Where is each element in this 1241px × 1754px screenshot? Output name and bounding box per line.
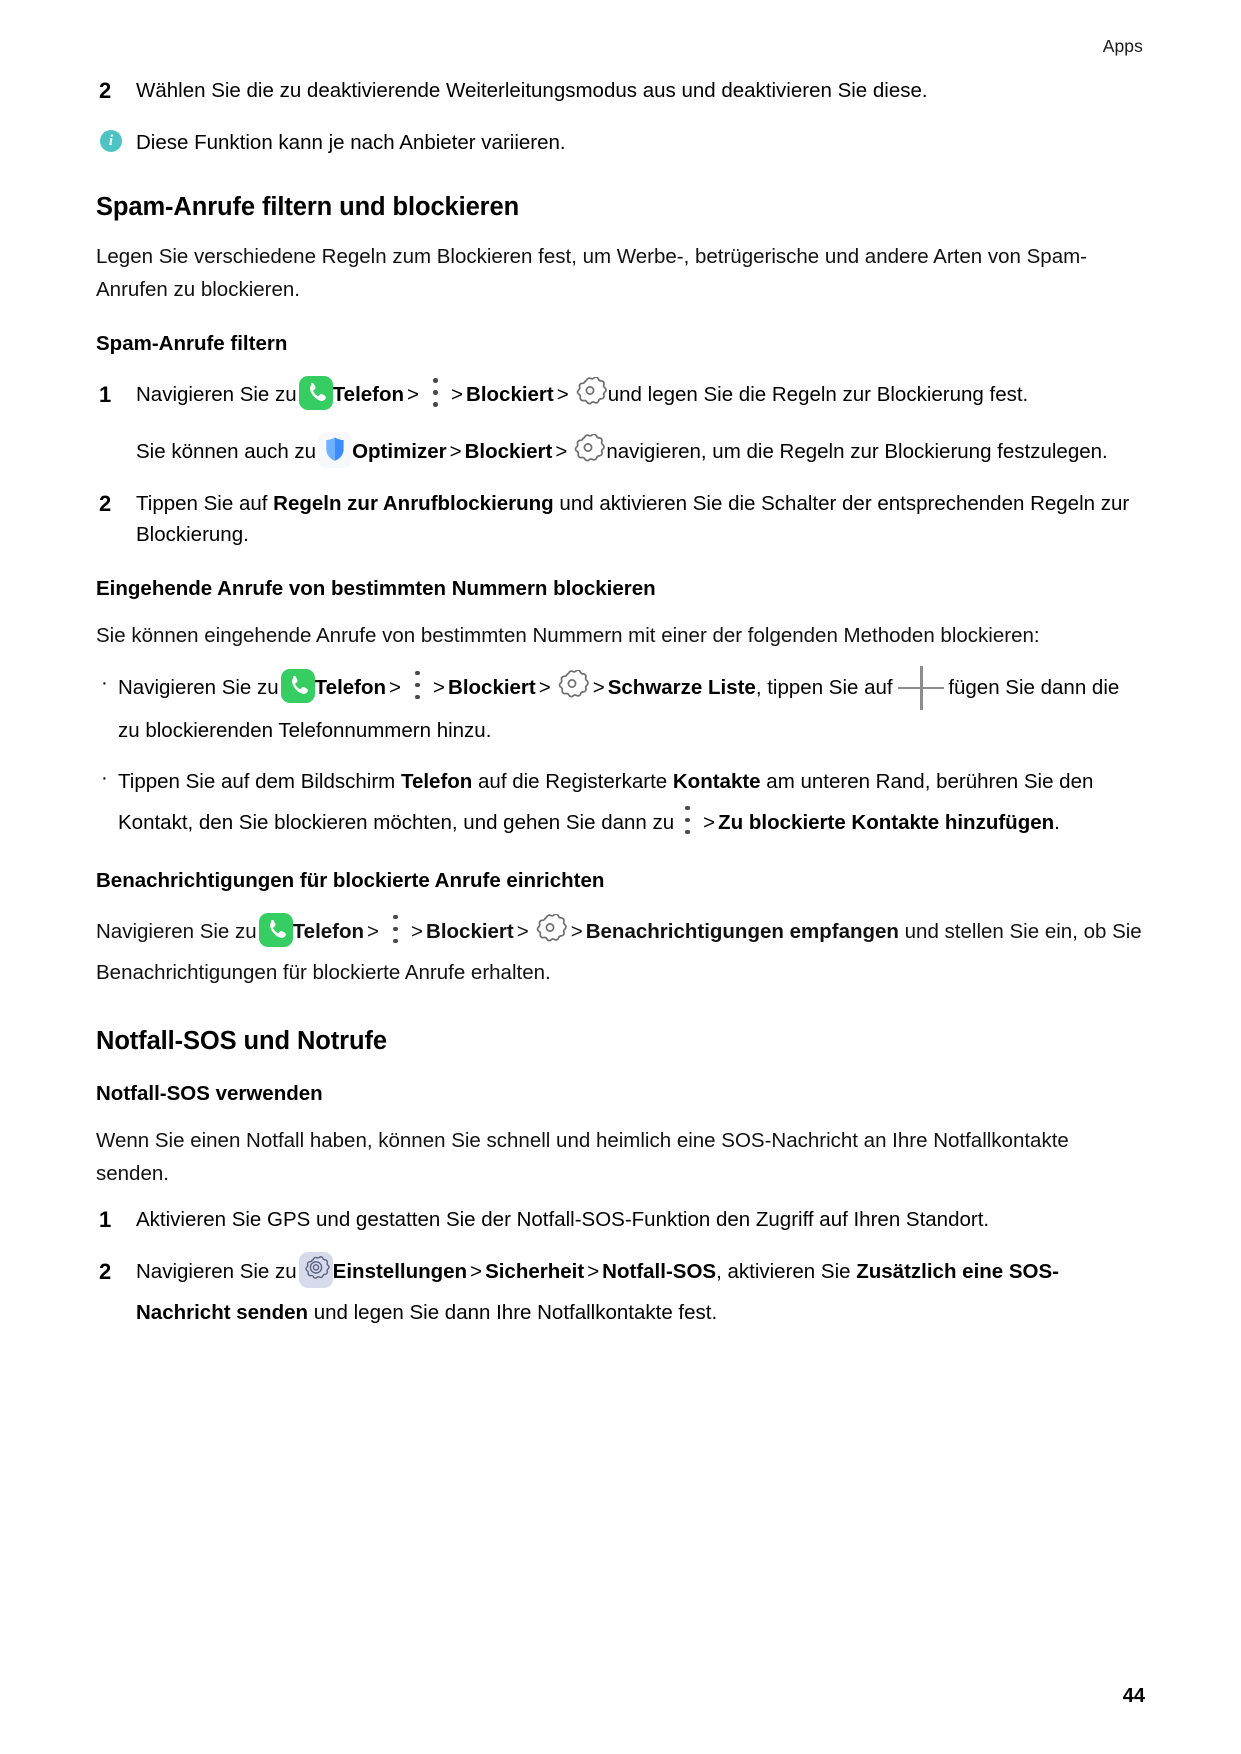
separator: > (570, 919, 583, 943)
more-options-icon (674, 804, 700, 838)
tab-label-contacts: Kontakte (672, 769, 761, 793)
substep-item: Sie können auch zu Optimizer > Blockiert > na… (96, 431, 1145, 472)
separator: > (470, 1260, 483, 1284)
step-tail: und legen Sie die Regeln zur Blockierung… (607, 383, 1029, 407)
section-heading-spam: Spam-Anrufe filtern und blockieren (96, 192, 520, 221)
list-item: · Navigieren Sie zu Telefon > > Blockiert > > Sc… (96, 665, 1145, 751)
notify-paragraph: Navigieren Sie zu Telefon > > Blockiert > > Ben… (96, 911, 1145, 993)
separator: > (367, 919, 380, 943)
separator: > (703, 810, 716, 834)
more-options-icon (404, 669, 430, 703)
running-head: Apps (1102, 36, 1143, 56)
step-pre: Tippen Sie auf (136, 492, 274, 516)
bullet-p1: Tippen Sie auf dem Bildschirm (118, 769, 401, 793)
step-item: 2 Navigieren Sie zu Einstellungen > Sicherhe… (96, 1251, 1145, 1333)
info-icon: i (100, 130, 122, 153)
step-lead: Navigieren Sie zu (136, 383, 297, 407)
separator: > (592, 675, 605, 699)
separator: > (538, 675, 551, 699)
add-plus-icon (898, 665, 945, 710)
step-item: 2 Wählen Sie die zu deaktivierende Weite… (96, 75, 1145, 106)
more-options-icon (422, 376, 448, 410)
note-text: Diese Funktion kann je nach Anbieter var… (136, 131, 566, 155)
app-label-phone: Telefon (292, 919, 365, 943)
separator: > (433, 675, 446, 699)
step-number: 2 (99, 78, 112, 103)
separator: > (555, 440, 568, 464)
menu-label-blocked: Blockiert (448, 675, 536, 699)
separator: > (407, 383, 420, 407)
separator: > (556, 383, 569, 407)
intro-incoming: Sie können eingehende Anrufe von bestimm… (96, 623, 1040, 647)
menu-label-receive-notifications: Benachrichtigungen empfangen (585, 919, 899, 943)
notify-lead: Navigieren Sie zu (96, 919, 257, 943)
settings-gear-icon (572, 377, 608, 411)
step-item: 1 Aktivieren Sie GPS und gestatten Sie d… (96, 1204, 1145, 1235)
separator: > (587, 1260, 600, 1284)
settings-gear-app-icon (298, 1252, 333, 1289)
document-page: Apps 2 Wählen Sie die zu deaktivierende … (0, 0, 1241, 1754)
step-mid: , aktivieren Sie (716, 1260, 857, 1284)
phone-app-icon (298, 376, 333, 411)
phone-app-icon (258, 912, 293, 947)
step-number: 1 (99, 382, 112, 408)
separator: > (389, 675, 402, 699)
page-number: 44 (1122, 1685, 1145, 1707)
optimizer-shield-icon (318, 432, 353, 469)
step-number: 2 (99, 1259, 112, 1285)
menu-label-blocked: Blockiert (466, 383, 554, 407)
separator: > (516, 919, 529, 943)
separator: > (449, 440, 462, 464)
intro-spam: Legen Sie verschiedene Regeln zum Blocki… (96, 244, 1088, 302)
subsection-heading-sos-use: Notfall-SOS verwenden (96, 1081, 323, 1105)
intro-sos: Wenn Sie einen Notfall haben, können Sie… (96, 1128, 1069, 1186)
bullet-p4: . (1054, 810, 1060, 834)
bullet-p2: auf die Registerkarte (472, 769, 673, 793)
more-options-icon (382, 913, 408, 947)
settings-gear-icon (570, 434, 606, 468)
note-block: i Diese Funktion kann je nach Anbieter v… (96, 128, 1145, 159)
subsection-heading-filter: Spam-Anrufe filtern (96, 332, 288, 356)
separator: > (411, 919, 424, 943)
menu-label-add-blocked-contacts: Zu blockierte Kontakte hinzufügen (718, 810, 1055, 834)
bullet-mid: , tippen Sie auf (755, 675, 893, 699)
step-text: Aktivieren Sie GPS und gestatten Sie der… (136, 1208, 990, 1232)
step-number: 2 (99, 491, 112, 517)
substep-tail: navigieren, um die Regeln zur Blockierun… (606, 440, 1108, 464)
app-label-settings: Einstellungen (332, 1260, 468, 1284)
app-label-optimizer: Optimizer (352, 440, 447, 464)
step-number: 1 (99, 1207, 112, 1233)
subsection-heading-notify: Benachrichtigungen für blockierte Anrufe… (96, 868, 605, 892)
menu-label-blacklist: Schwarze Liste (607, 675, 756, 699)
subsection-heading-incoming: Eingehende Anrufe von bestimmten Nummern… (96, 576, 656, 600)
menu-label-security: Sicherheit (485, 1260, 585, 1284)
separator: > (451, 383, 464, 407)
bullet-dot: · (101, 765, 108, 789)
step-text: Wählen Sie die zu deaktivierende Weiterl… (136, 79, 928, 102)
list-item: · Tippen Sie auf dem Bildschirm Telefon a… (96, 761, 1145, 843)
section-heading-sos: Notfall-SOS und Notrufe (96, 1026, 387, 1055)
step-item: 1 Navigieren Sie zu Telefon > > Blockiert > und… (96, 374, 1145, 415)
bullet-lead: Navigieren Sie zu (118, 675, 279, 699)
phone-app-icon (280, 668, 315, 703)
menu-label-blocked: Blockiert (426, 919, 514, 943)
step-tail: und legen Sie dann Ihre Notfallkontakte … (308, 1301, 718, 1325)
screen-label-phone: Telefon (400, 769, 473, 793)
settings-gear-icon (554, 669, 590, 704)
menu-label-emergency-sos: Notfall-SOS (602, 1260, 717, 1284)
menu-label-rules: Regeln zur Anrufblockierung (273, 492, 554, 516)
step-lead: Navigieren Sie zu (136, 1260, 297, 1284)
menu-label-blocked: Blockiert (464, 440, 553, 464)
settings-gear-icon (532, 913, 568, 948)
app-label-phone: Telefon (314, 675, 387, 699)
app-label-phone: Telefon (332, 383, 405, 407)
bullet-dot: · (101, 670, 108, 694)
substep-lead: Sie können auch zu (136, 440, 317, 464)
step-item: 2 Tippen Sie auf Regeln zur Anrufblockier… (96, 488, 1145, 550)
